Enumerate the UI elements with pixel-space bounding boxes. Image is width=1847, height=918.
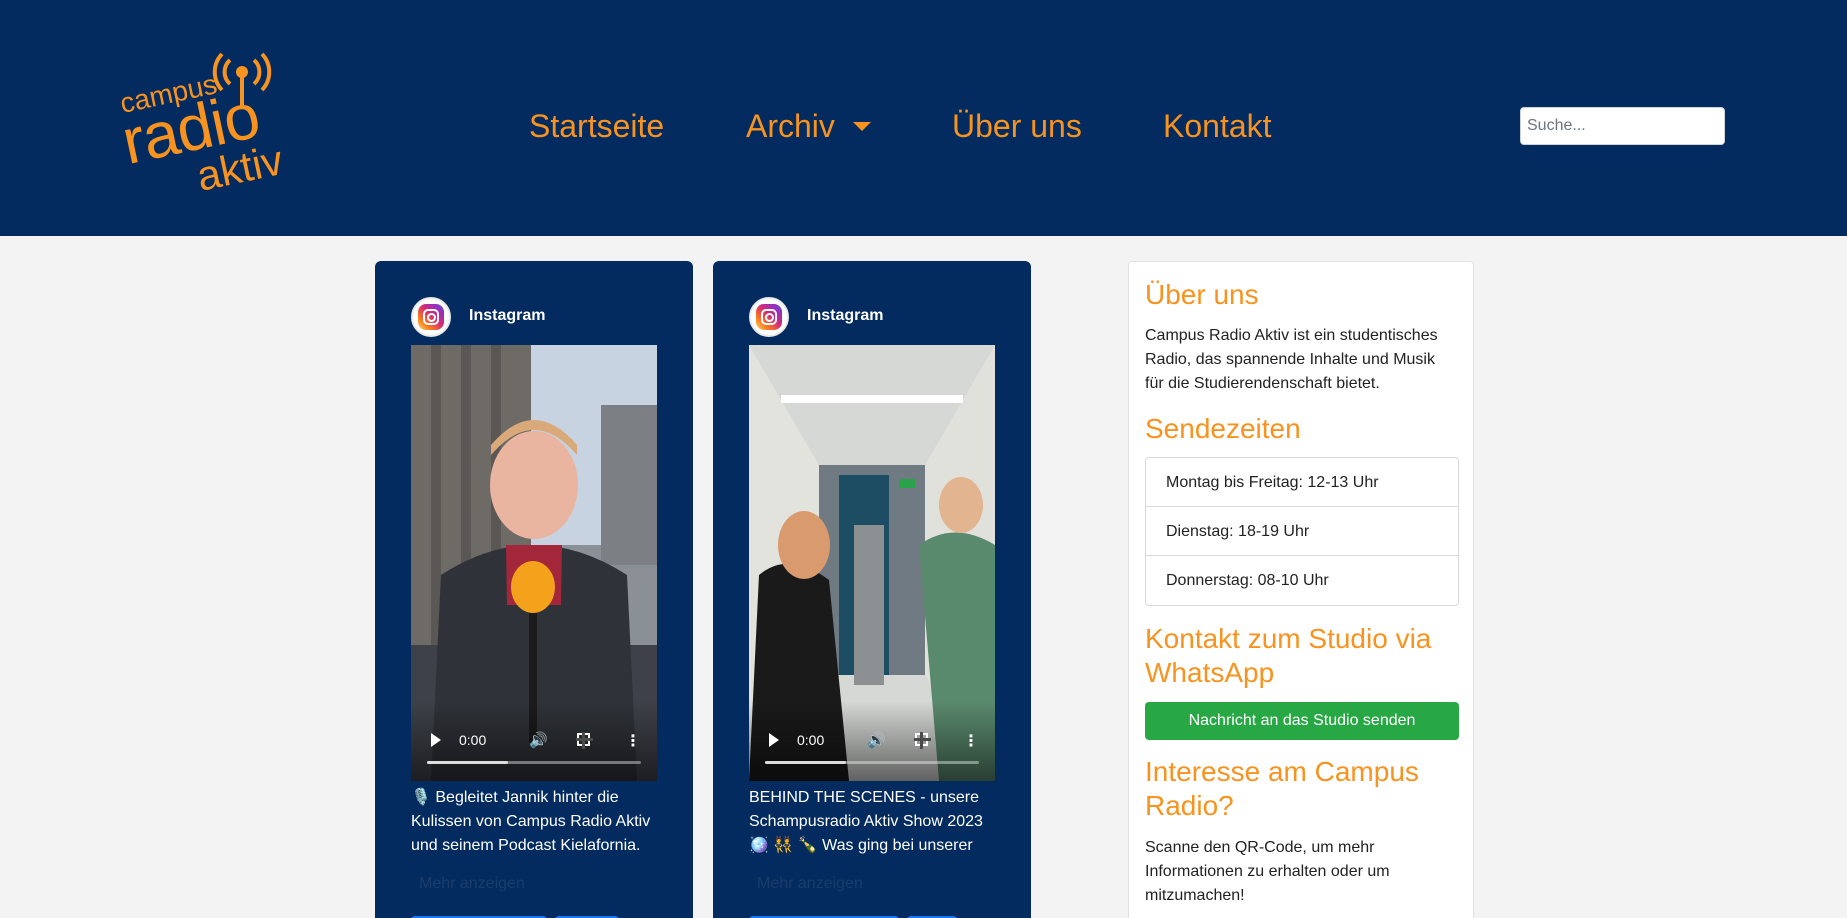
- nav-ueber-uns[interactable]: Über uns: [952, 106, 1082, 146]
- show-more-link[interactable]: Mehr anzeigen: [757, 875, 863, 893]
- schedule-item: Donnerstag: 08-10 Uhr: [1166, 572, 1329, 589]
- fullscreen-icon[interactable]: [576, 732, 593, 749]
- campus-radio-aktiv-logo[interactable]: campus radio aktiv: [116, 48, 310, 208]
- nav-kontakt[interactable]: Kontakt: [1163, 106, 1272, 146]
- chevron-down-icon: [852, 122, 871, 132]
- volume-icon[interactable]: 🔊: [529, 731, 548, 749]
- site-header: campus radio aktiv Startseite Archiv Übe…: [0, 0, 1847, 236]
- volume-icon[interactable]: 🔊: [867, 731, 886, 749]
- instagram-post-card: Instagram 0:00 🔊 ⋮ BEHIND THE SCENES - u…: [713, 261, 1031, 918]
- show-more-link[interactable]: Mehr anzeigen: [419, 875, 525, 893]
- video-player[interactable]: 0:00 🔊 ⋮: [411, 345, 657, 781]
- instagram-icon: [418, 304, 444, 330]
- post-actions: [749, 913, 965, 918]
- schedule-heading: Sendezeiten: [1145, 413, 1301, 444]
- sidebar: Über uns Campus Radio Aktiv ist ein stud…: [1128, 261, 1474, 918]
- video-player[interactable]: 0:00 🔊 ⋮: [749, 345, 995, 781]
- play-icon[interactable]: [431, 733, 441, 747]
- join-text: Scanne den QR-Code, um mehr Informatione…: [1145, 839, 1390, 904]
- nav-startseite[interactable]: Startseite: [529, 106, 664, 146]
- post-caption: BEHIND THE SCENES - unsere Schampusradio…: [749, 789, 983, 854]
- post-actions: [411, 913, 627, 918]
- about-text: Campus Radio Aktiv ist ein studentisches…: [1145, 327, 1438, 392]
- more-vertical-icon[interactable]: ⋮: [625, 731, 641, 751]
- search-input[interactable]: [1520, 107, 1725, 145]
- post-source-name[interactable]: Instagram: [807, 307, 883, 325]
- nav-archiv[interactable]: Archiv: [746, 106, 871, 146]
- video-progress-bar[interactable]: [765, 761, 979, 764]
- video-time: 0:00: [797, 732, 825, 748]
- more-vertical-icon[interactable]: ⋮: [963, 731, 979, 751]
- whatsapp-heading: Kontakt zum Studio via WhatsApp: [1145, 623, 1432, 688]
- video-buffered: [765, 761, 847, 764]
- video-controls: 0:00 🔊 ⋮: [411, 701, 657, 781]
- instagram-avatar[interactable]: [749, 297, 789, 337]
- schedule-item: Montag bis Freitag: 12-13 Uhr: [1146, 458, 1458, 507]
- instagram-icon: [756, 304, 782, 330]
- nav-archiv-label: Archiv: [746, 108, 835, 144]
- about-heading: Über uns: [1145, 279, 1259, 310]
- video-controls: 0:00 🔊 ⋮: [749, 701, 995, 781]
- video-time: 0:00: [459, 732, 487, 748]
- instagram-post-card: Instagram 0:00 🔊 ⋮ 🎙️ Begleitet Jannik h…: [375, 261, 693, 918]
- schedule-list: Montag bis Freitag: 12-13 Uhr Dienstag: …: [1145, 457, 1459, 606]
- whatsapp-message-button[interactable]: Nachricht an das Studio senden: [1145, 702, 1459, 740]
- video-progress-bar[interactable]: [427, 761, 641, 764]
- video-buffered: [427, 761, 509, 764]
- post-source-name[interactable]: Instagram: [469, 307, 545, 325]
- fullscreen-icon[interactable]: [914, 732, 931, 749]
- post-caption: 🎙️ Begleitet Jannik hinter die Kulissen …: [411, 789, 651, 854]
- play-icon[interactable]: [769, 733, 779, 747]
- join-heading: Interesse am Campus Radio?: [1145, 756, 1419, 821]
- instagram-avatar[interactable]: [411, 297, 451, 337]
- schedule-item: Dienstag: 18-19 Uhr: [1146, 507, 1458, 556]
